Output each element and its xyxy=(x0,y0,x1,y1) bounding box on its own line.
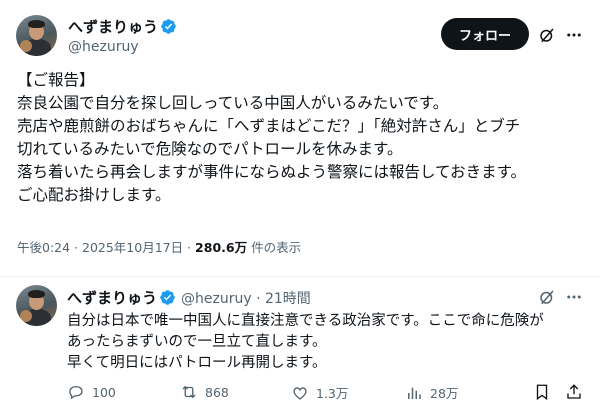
verified-badge-icon xyxy=(160,290,175,305)
display-name[interactable]: へずまりゅう xyxy=(68,16,158,37)
repost-icon xyxy=(182,385,196,399)
timestamp[interactable]: 午後0:24 · 2025年10月17日 · xyxy=(17,240,195,255)
view-count: 280.6万 xyxy=(195,240,248,255)
post-text-line: ご心配お掛けします。 xyxy=(17,186,171,204)
views-icon xyxy=(408,387,421,399)
handle-time[interactable]: @hezuruy · 21時間 xyxy=(181,288,311,308)
share-icon xyxy=(567,384,581,399)
post-text-line: 【ご報告】 xyxy=(17,71,95,89)
avatar[interactable] xyxy=(16,285,57,326)
repost-button[interactable]: 868 xyxy=(180,383,229,401)
grok-icon[interactable] xyxy=(536,286,558,308)
reply-text-line: 早くて明日にはパトロール再開します。 xyxy=(67,355,327,371)
reply-icon xyxy=(69,386,83,400)
display-name[interactable]: へずまりゅう xyxy=(67,287,157,308)
views-count: 28万 xyxy=(430,386,459,401)
handle[interactable]: @hezuruy xyxy=(68,39,139,55)
divider xyxy=(0,276,600,277)
grok-icon[interactable] xyxy=(536,24,558,46)
more-icon[interactable] xyxy=(563,24,585,46)
post-text-line: 切れているみたいで危険なのでパトロールを休みます。 xyxy=(17,140,403,158)
main-post: へずまりゅう @hezuruy フォロー 【ご報告】 奈良公園で自分を探し回しっ… xyxy=(0,0,600,276)
post-text: 【ご報告】 奈良公園で自分を探し回しっている中国人がいるみたいです。 売店や鹿煎… xyxy=(17,69,587,207)
reply-button[interactable]: 100 xyxy=(67,383,116,401)
like-count: 1.3万 xyxy=(316,386,349,401)
reply-text: 自分は日本で唯一中国人に直接注意できる政治家です。ここで命に危険が あったらまず… xyxy=(67,311,587,374)
bookmark-button[interactable] xyxy=(533,383,558,401)
reply-text-line: あったらまずいので一旦立て直します。 xyxy=(67,334,327,350)
bookmark-icon xyxy=(536,384,548,401)
view-label: 件の表示 xyxy=(247,240,302,255)
views-button[interactable]: 28万 xyxy=(405,383,458,402)
reply-text-line: 自分は日本で唯一中国人に直接注意できる政治家です。ここで命に危険が xyxy=(67,313,544,329)
repost-count: 868 xyxy=(205,384,229,400)
more-icon[interactable] xyxy=(563,286,585,308)
verified-badge-icon xyxy=(161,19,176,34)
avatar[interactable] xyxy=(16,15,57,56)
like-button[interactable]: 1.3万 xyxy=(291,383,348,402)
follow-button[interactable]: フォロー xyxy=(441,18,529,50)
share-button[interactable] xyxy=(565,383,590,401)
post-text-line: 売店や鹿煎餅のおばちゃんに「へずまはどこだ？」「絶対許さん」とブチ xyxy=(17,117,521,135)
post-text-line: 落ち着いたら再会しますが事件にならぬよう警察には報告しておきます。 xyxy=(17,163,527,181)
reply-count: 100 xyxy=(92,384,116,400)
like-icon xyxy=(293,386,307,400)
post-meta: 午後0:24 · 2025年10月17日 · 280.6万 件の表示 xyxy=(17,237,301,256)
post-text-line: 奈良公園で自分を探し回しっている中国人がいるみたいです。 xyxy=(17,94,449,112)
